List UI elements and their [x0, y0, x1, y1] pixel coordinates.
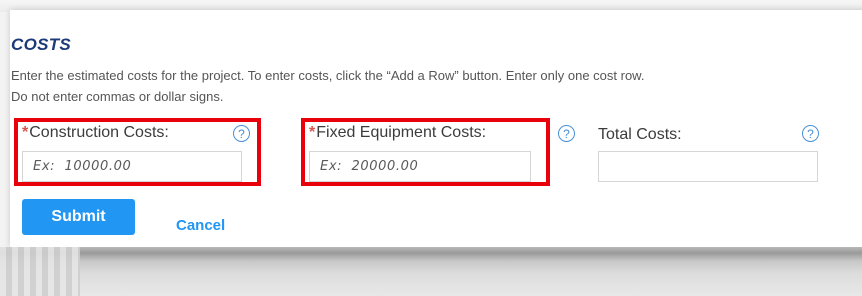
- fixed-equipment-costs-help-icon[interactable]: ?: [558, 125, 575, 142]
- required-marker: *: [309, 124, 316, 141]
- construction-costs-help-icon[interactable]: ?: [233, 125, 250, 142]
- construction-costs-input[interactable]: [22, 151, 242, 182]
- required-marker: *: [22, 124, 29, 141]
- fixed-equipment-costs-label: *Fixed Equipment Costs:: [309, 124, 486, 142]
- total-costs-input[interactable]: [598, 151, 818, 182]
- total-costs-label-text: Total Costs:: [598, 126, 682, 143]
- construction-costs-label-text: Construction Costs:: [29, 124, 169, 141]
- description-line-2: Do not enter commas or dollar signs.: [11, 89, 224, 104]
- fixed-equipment-costs-input[interactable]: [309, 151, 531, 182]
- submit-button[interactable]: Submit: [22, 199, 135, 235]
- page-background-bottom: [0, 247, 862, 296]
- fixed-equipment-costs-label-text: Fixed Equipment Costs:: [316, 124, 487, 141]
- cancel-link[interactable]: Cancel: [176, 217, 225, 234]
- total-costs-label: Total Costs:: [598, 126, 682, 144]
- description-line-1: Enter the estimated costs for the projec…: [11, 68, 645, 83]
- section-description: Enter the estimated costs for the projec…: [11, 65, 862, 107]
- total-costs-help-icon[interactable]: ?: [802, 125, 819, 142]
- section-title: COSTS: [11, 35, 72, 54]
- construction-costs-label: *Construction Costs:: [22, 124, 169, 142]
